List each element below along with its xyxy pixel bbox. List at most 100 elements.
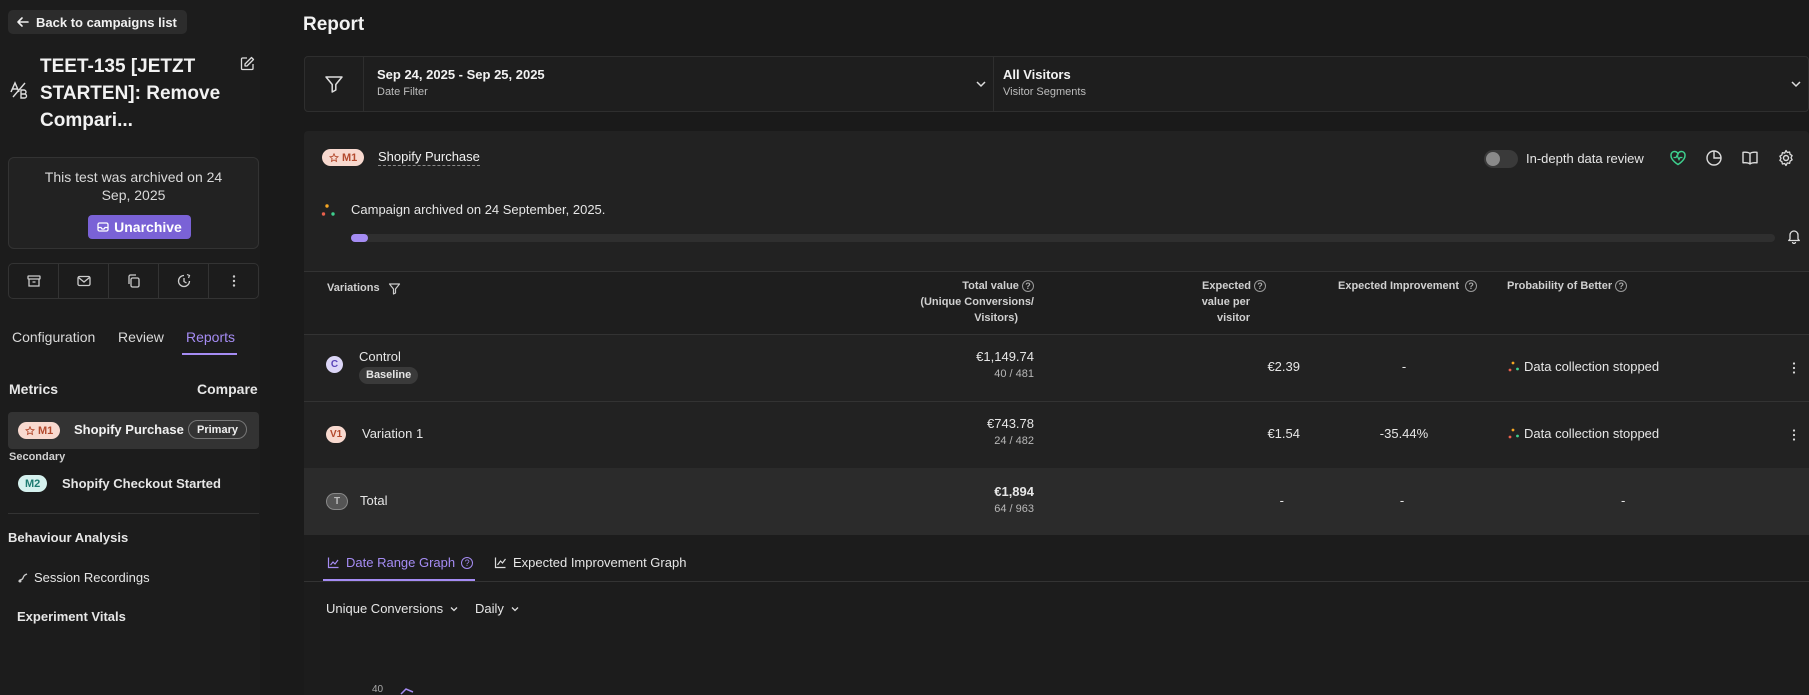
heart-pulse-icon[interactable] — [1669, 149, 1687, 167]
more-vertical-icon[interactable] — [1788, 428, 1800, 442]
variation-badge: C — [326, 356, 343, 373]
segment-label: Visitor Segments — [1003, 86, 1086, 98]
toggle-knob — [1486, 152, 1500, 166]
col-total-value: Total value ? (Unique Conversions/ Visit… — [920, 280, 1034, 324]
book-open-icon[interactable] — [1741, 149, 1759, 167]
bell-icon[interactable] — [1786, 228, 1802, 244]
history-button[interactable] — [159, 264, 209, 298]
stopped-dots-icon — [1508, 361, 1520, 373]
metric-name: Shopify Purchase — [74, 422, 184, 437]
tab-reports[interactable]: Reports — [186, 329, 235, 345]
variation-name: Total — [360, 493, 388, 508]
baseline-badge: Baseline — [359, 367, 419, 384]
back-to-campaigns-button[interactable]: Back to campaigns list — [8, 10, 187, 34]
chevron-down-icon — [975, 78, 987, 90]
unarchive-button[interactable]: Unarchive — [88, 215, 191, 239]
filter-icon[interactable] — [388, 282, 401, 295]
archived-note: This test was archived on 24 Sep, 2025 — [44, 169, 223, 203]
date-filter-dropdown[interactable]: Sep 24, 2025 - Sep 25, 2025 Date Filter — [363, 57, 993, 111]
compare-button[interactable]: Compare — [197, 381, 258, 397]
conversions-ratio: 64 / 963 — [994, 503, 1034, 515]
tab-configuration[interactable]: Configuration — [12, 329, 95, 345]
status-dots-icon — [321, 203, 337, 219]
expected-improvement: -35.44% — [1379, 426, 1429, 441]
expected-value: €1.54 — [1267, 426, 1300, 441]
gear-icon[interactable] — [1777, 149, 1795, 167]
session-recordings-link[interactable]: Session Recordings — [17, 570, 150, 585]
metric-type-select[interactable]: Unique Conversions — [326, 601, 459, 616]
copy-icon — [126, 273, 142, 289]
variation-name: Control — [359, 349, 401, 364]
secondary-heading: Secondary — [9, 451, 66, 463]
variation-badge: V1 — [326, 426, 347, 443]
pie-chart-icon[interactable] — [1705, 149, 1723, 167]
help-icon[interactable]: ? — [461, 556, 474, 569]
chevron-down-icon — [449, 604, 459, 614]
experiment-vitals-link[interactable]: Experiment Vitals — [17, 609, 126, 624]
in-depth-label: In-depth data review — [1526, 151, 1644, 166]
edit-icon[interactable] — [240, 56, 255, 71]
tab-date-range-graph[interactable]: Date Range Graph ? — [327, 555, 474, 570]
active-tab-indicator — [182, 353, 237, 355]
help-icon[interactable]: ? — [1254, 280, 1266, 293]
more-actions-button[interactable] — [209, 264, 258, 298]
archive-icon — [26, 273, 42, 289]
total-value: €743.78 — [987, 416, 1034, 431]
back-label: Back to campaigns list — [36, 14, 177, 30]
help-icon[interactable]: ? — [1022, 280, 1034, 293]
arrow-left-icon — [16, 15, 30, 29]
help-icon[interactable]: ? — [1465, 280, 1478, 293]
probability-status: - — [1621, 493, 1626, 508]
history-icon — [176, 273, 192, 289]
metric-badge-m1: M1 — [18, 422, 61, 439]
tab-review[interactable]: Review — [118, 329, 164, 345]
interval-select[interactable]: Daily — [475, 601, 520, 616]
metric-title[interactable]: Shopify Purchase — [378, 149, 480, 166]
probability-status: Data collection stopped — [1524, 359, 1660, 374]
inbox-icon — [97, 221, 109, 233]
metric-item-shopify-checkout[interactable]: M2 Shopify Checkout Started — [8, 473, 259, 499]
chevron-down-icon — [1790, 78, 1802, 90]
variation-name: Variation 1 — [362, 426, 424, 441]
date-filter-value: Sep 24, 2025 - Sep 25, 2025 — [377, 67, 545, 82]
test-title: TEET-135 [JETZT STARTEN]: Remove Compari… — [40, 56, 221, 131]
campaign-actions — [8, 263, 259, 299]
duplicate-button[interactable] — [109, 264, 159, 298]
star-icon — [25, 425, 35, 436]
campaign-archived-text: Campaign archived on 24 September, 2025. — [351, 202, 606, 217]
table-row-total: T Total €1,894 64 / 963 - - - — [304, 468, 1809, 535]
metric-name: Shopify Checkout Started — [62, 476, 221, 491]
email-button[interactable] — [59, 264, 109, 298]
metric-item-shopify-purchase[interactable]: M1 Shopify Purchase Primary — [8, 412, 259, 449]
archive-button[interactable] — [9, 264, 59, 298]
metric-badge-m1: M1 — [322, 149, 365, 166]
page-title: Report — [303, 14, 365, 35]
visitor-segments-dropdown[interactable]: All Visitors Visitor Segments — [994, 57, 1808, 111]
help-icon[interactable]: ? — [1615, 280, 1628, 293]
primary-pill: Primary — [188, 420, 247, 439]
col-expected-value: Expected ? value per visitor — [1184, 278, 1304, 326]
metrics-heading: Metrics — [9, 381, 59, 397]
expected-improvement: - — [1401, 359, 1407, 374]
star-icon — [329, 152, 339, 163]
segment-value: All Visitors — [1003, 67, 1071, 82]
ab-test-icon — [9, 80, 29, 100]
col-probability: Probability of Better ? — [1507, 278, 1628, 294]
y-axis-tick: 40 — [372, 684, 384, 695]
progress-track — [351, 234, 1775, 242]
in-depth-toggle[interactable] — [1484, 150, 1518, 168]
unarchive-label: Unarchive — [114, 219, 182, 235]
sidebar: Back to campaigns list TEET-135 [JETZT S… — [0, 0, 260, 695]
more-vertical-icon[interactable] — [1788, 361, 1800, 375]
tab-expected-improvement-graph[interactable]: Expected Improvement Graph — [494, 555, 686, 570]
metric-badge-m2: M2 — [18, 475, 48, 492]
progress-fill — [351, 234, 369, 242]
col-expected-improvement: Expected Improvement ? — [1338, 278, 1478, 294]
filter-button[interactable] — [305, 57, 363, 111]
table-row[interactable]: C Control Baseline €1,149.74 40 / 481 €2… — [304, 335, 1809, 401]
filter-bar: Sep 24, 2025 - Sep 25, 2025 Date Filter … — [304, 56, 1809, 112]
variation-badge: T — [326, 493, 348, 510]
behaviour-analysis-heading: Behaviour Analysis — [8, 530, 129, 545]
conversions-ratio: 24 / 482 — [994, 435, 1034, 447]
table-row[interactable]: V1 Variation 1 €743.78 24 / 482 €1.54 -3… — [304, 402, 1809, 468]
